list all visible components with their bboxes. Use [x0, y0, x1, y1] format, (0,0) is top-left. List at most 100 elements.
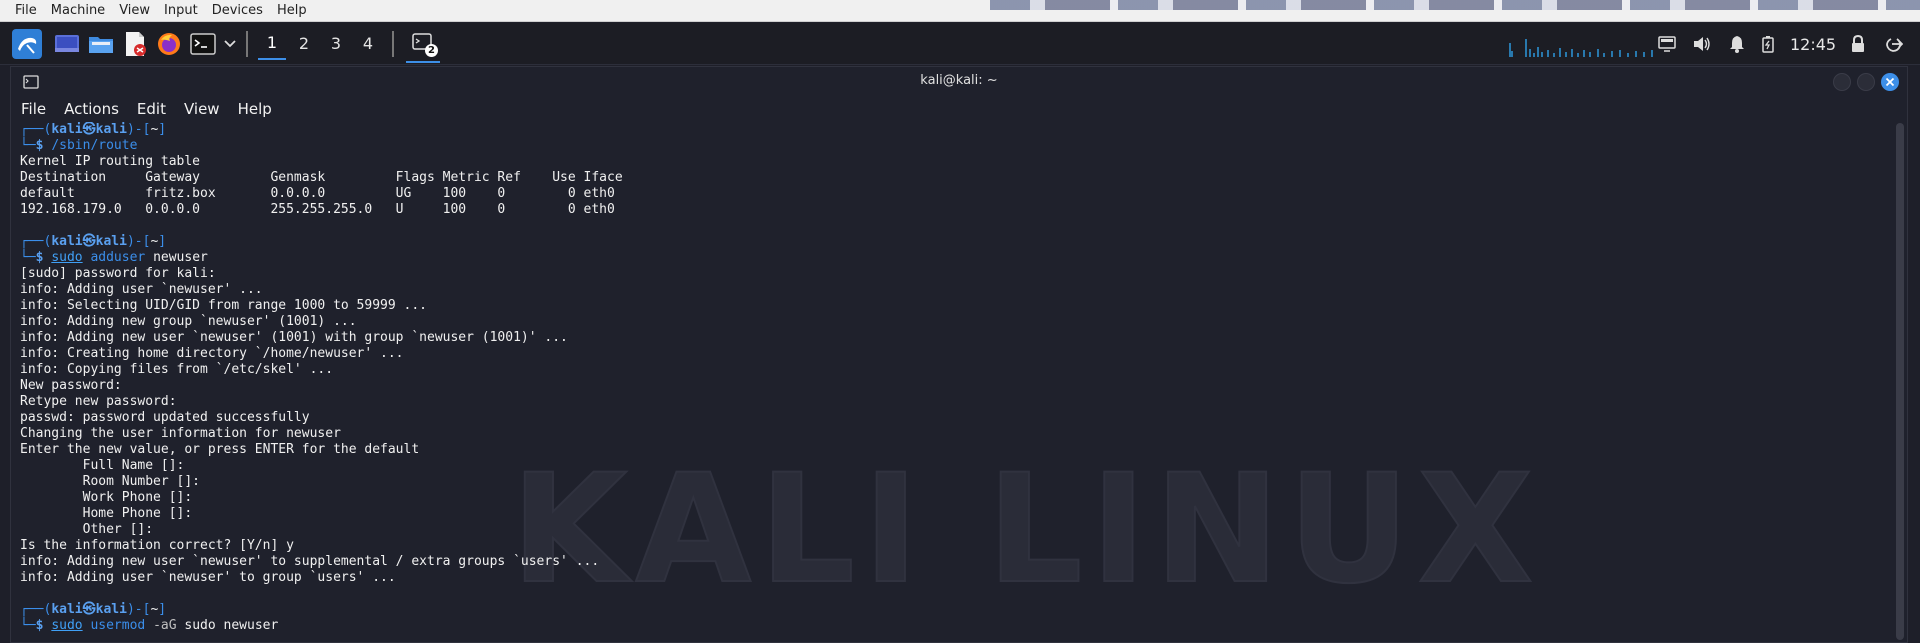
close-button[interactable]	[1881, 73, 1899, 91]
output-line: Retype new password:	[20, 394, 177, 409]
prompt-decoration: ┌──(	[20, 602, 52, 617]
prompt-line: ┌──(kali㉿kali)-[~]	[20, 122, 1896, 138]
terminal-output[interactable]: KALI LINUX ┌──(kali㉿kali)-[~] └─$ /sbin/r…	[11, 122, 1896, 642]
maximize-button[interactable]	[1857, 73, 1875, 91]
output-line: info: Selecting UID/GID from range 1000 …	[20, 298, 427, 313]
output-line: info: Adding user `newuser' ...	[20, 282, 263, 297]
command-name: /sbin/route	[51, 138, 138, 153]
output-line: Work Phone []:	[20, 490, 193, 505]
terminal-window: kali@kali: ~ File Actions Edit View Help…	[10, 66, 1908, 643]
prompt-symbol: $	[35, 618, 52, 633]
output-line: Changing the user information for newuse…	[20, 426, 341, 441]
output-line: Other []:	[20, 522, 154, 537]
window-count-badge: 2	[425, 43, 438, 57]
host-menu-devices[interactable]: Devices	[205, 0, 270, 22]
network-icon[interactable]	[1658, 23, 1676, 65]
output-line: info: Adding user `newuser' to group `us…	[20, 570, 396, 585]
command-line: └─$ sudo adduser newuser	[20, 250, 1896, 266]
prompt-at: ㉿	[82, 602, 96, 617]
prompt-symbol: $	[35, 138, 52, 153]
panel-separator	[246, 30, 248, 57]
prompt-decoration: )-[	[126, 122, 151, 137]
menu-help[interactable]: Help	[238, 100, 272, 118]
prompt-decoration: ]	[158, 602, 167, 617]
output-line: Home Phone []:	[20, 506, 193, 521]
prompt-symbol: $	[35, 250, 52, 265]
minimize-button[interactable]	[1833, 73, 1851, 91]
output-line: info: Adding new user `newuser' to suppl…	[20, 554, 600, 569]
prompt-decoration: )-[	[126, 602, 151, 617]
output-line: [sudo] password for kali:	[20, 266, 216, 281]
host-menu-file[interactable]: File	[8, 0, 44, 22]
workspace-1[interactable]: 1	[258, 28, 286, 60]
output-line: passwd: password updated successfully	[20, 410, 310, 425]
top-panel: 1 2 3 4 2 12:45	[0, 23, 1920, 65]
cpu-graph	[1508, 23, 1658, 65]
prompt-host: kali	[95, 122, 127, 137]
command-args: sudo newuser	[176, 618, 279, 633]
output-line: Destination Gateway Genmask Flags Metric…	[20, 170, 623, 185]
window-titlebar[interactable]: kali@kali: ~	[11, 67, 1907, 95]
output-line: info: Adding new user `newuser' (1001) w…	[20, 330, 568, 345]
terminal-menubar: File Actions Edit View Help	[11, 95, 1907, 122]
command-name: usermod	[90, 618, 146, 633]
host-menu-view[interactable]: View	[112, 0, 157, 22]
prompt-decoration: ]	[158, 122, 167, 137]
output-line: info: Adding new group `newuser' (1001) …	[20, 314, 357, 329]
notification-icon[interactable]	[1729, 23, 1745, 65]
host-menu-machine[interactable]: Machine	[44, 0, 112, 22]
lock-icon[interactable]	[1850, 23, 1866, 65]
menu-actions[interactable]: Actions	[64, 100, 119, 118]
workspace-4[interactable]: 4	[354, 28, 382, 60]
desktop-icon[interactable]	[52, 29, 82, 59]
workspace-3[interactable]: 3	[322, 28, 350, 60]
command-flag: -aG	[145, 618, 177, 633]
output-line: 192.168.179.0 0.0.0.0 255.255.255.0 U 10…	[20, 202, 615, 217]
host-menu-help[interactable]: Help	[270, 0, 314, 22]
command-sudo: sudo	[51, 250, 83, 265]
prompt-decoration: )-[	[126, 234, 151, 249]
battery-icon[interactable]	[1762, 23, 1774, 65]
prompt-user: kali	[51, 602, 83, 617]
host-menu-input[interactable]: Input	[157, 0, 205, 22]
output-line: Room Number []:	[20, 474, 201, 489]
command-sudo: sudo	[51, 618, 83, 633]
output-line: New password:	[20, 378, 122, 393]
kali-menu-icon[interactable]	[12, 28, 42, 59]
menu-view[interactable]: View	[184, 100, 220, 118]
output-line: info: Copying files from `/etc/skel' ...	[20, 362, 334, 377]
text-editor-icon[interactable]	[120, 29, 150, 59]
prompt-host: kali	[95, 234, 127, 249]
prompt-user: kali	[51, 234, 83, 249]
prompt-user: kali	[51, 122, 83, 137]
menu-file[interactable]: File	[21, 100, 46, 118]
file-manager-icon[interactable]	[86, 29, 116, 59]
clock[interactable]: 12:45	[1790, 23, 1836, 65]
prompt-decoration: └─	[20, 138, 36, 153]
prompt-decoration: ]	[158, 234, 167, 249]
command-args: newuser	[145, 250, 208, 265]
taskbar-terminal-button[interactable]: 2	[406, 25, 440, 63]
command-line: └─$ /sbin/route	[20, 138, 1896, 154]
chevron-down-icon[interactable]	[222, 28, 238, 60]
prompt-line: ┌──(kali㉿kali)-[~]	[20, 234, 1896, 250]
window-title: kali@kali: ~	[920, 73, 998, 88]
scrollbar[interactable]	[1896, 123, 1904, 640]
command-name: adduser	[90, 250, 146, 265]
prompt-decoration: └─	[20, 250, 36, 265]
panel-separator	[392, 30, 394, 57]
prompt-decoration: ┌──(	[20, 122, 52, 137]
firefox-icon[interactable]	[154, 29, 184, 59]
logout-icon[interactable]	[1885, 23, 1903, 65]
menu-edit[interactable]: Edit	[137, 100, 166, 118]
output-line: Full Name []:	[20, 458, 185, 473]
workspace-2[interactable]: 2	[290, 28, 318, 60]
volume-icon[interactable]	[1692, 23, 1712, 65]
terminal-icon[interactable]	[188, 29, 218, 59]
command-line: └─$ sudo usermod -aG sudo newuser	[20, 618, 1896, 634]
output-line: info: Creating home directory `/home/new…	[20, 346, 404, 361]
output-line: default fritz.box 0.0.0.0 UG 100 0 0 eth…	[20, 186, 615, 201]
output-line: Is the information correct? [Y/n] y	[20, 538, 294, 553]
